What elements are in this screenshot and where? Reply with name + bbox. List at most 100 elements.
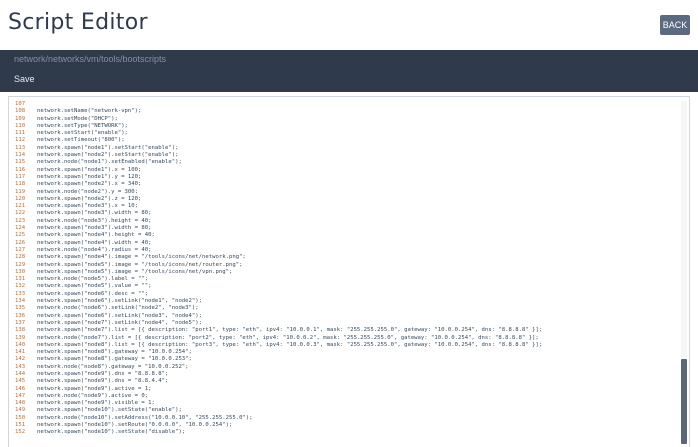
code-text: network.spawn("node8").list = [{ descrip… <box>37 341 543 348</box>
line-number: 129 <box>15 261 26 268</box>
line-number: 108 <box>15 108 26 115</box>
code-text: network.node("node8").gateway = "10.0.0.… <box>37 363 189 370</box>
code-text: network.spawn("node5").value = ""; <box>37 283 152 290</box>
code-line[interactable]: 129 network.spawn("node5").image = "/tool… <box>15 262 673 269</box>
line-number: 118 <box>15 181 26 188</box>
code-line[interactable]: 138 network.spawn("node7").list = [{ desc… <box>15 327 673 334</box>
line-number: 121 <box>15 203 26 210</box>
code-line[interactable]: 149 network.spawn("node10").setState("ena… <box>15 407 673 414</box>
code-line[interactable]: 107 <box>15 101 673 108</box>
line-number: 143 <box>15 363 26 370</box>
code-line[interactable]: 136 network.spawn("node6").setLink("node3… <box>15 313 673 320</box>
code-editor[interactable]: 107 108 network.setName("network-vpn"); 109… <box>8 96 690 447</box>
code-text: network.spawn("node1").setStart("enable"… <box>37 144 179 151</box>
line-number: 115 <box>15 159 26 166</box>
code-line[interactable]: 125 network.spawn("node4").height = 40; <box>15 232 673 239</box>
code-line[interactable]: 115 network.node("node1").setEnabled("ena… <box>15 159 673 166</box>
code-line[interactable]: 116 network.spawn("node1").x = 100; <box>15 167 673 174</box>
code-text: network.spawn("node10").setState("enable… <box>37 407 182 414</box>
code-line[interactable]: 128 network.spawn("node4").image = "/tool… <box>15 254 673 261</box>
code-area[interactable]: 107 108 network.setName("network-vpn"); 109… <box>15 101 673 447</box>
code-text: network.setName("network-vpn"); <box>37 108 142 115</box>
code-line[interactable]: 110 network.setType("NETWORK"); <box>15 123 673 130</box>
code-line[interactable]: 130 network.spawn("node5").image = "/tool… <box>15 269 673 276</box>
code-line[interactable]: 134 network.spawn("node6").setLink("node1… <box>15 298 673 305</box>
code-text: network.spawn("node10").setState("disabl… <box>37 429 186 436</box>
code-line[interactable]: 120 network.spawn("node2").z = 120; <box>15 196 673 203</box>
code-text: network.node("node4").radius = 40; <box>37 246 152 253</box>
code-line[interactable]: 132 network.spawn("node5").value = ""; <box>15 283 673 290</box>
scrollbar-thumb[interactable] <box>681 359 687 444</box>
code-text: network.spawn("node2").x = 340; <box>37 181 142 188</box>
page-title: Script Editor <box>8 10 148 35</box>
code-text: network.spawn("node10").setRoute("0.0.0.… <box>37 422 233 429</box>
vertical-scrollbar[interactable] <box>681 101 687 444</box>
line-number: 126 <box>15 239 26 246</box>
code-line[interactable]: 122 network.spawn("node3").width = 80; <box>15 210 673 217</box>
line-number: 146 <box>15 385 26 392</box>
code-text: network.spawn("node1").y = 120; <box>37 173 142 180</box>
code-line[interactable]: 137 network.spawn("node7").setLink("node4… <box>15 320 673 327</box>
code-line[interactable]: 139 network.node("node7").list = [{ descr… <box>15 335 673 342</box>
line-number: 114 <box>15 152 26 159</box>
code-line[interactable]: 133 network.spawn("node6").desc = ""; <box>15 291 673 298</box>
line-number: 140 <box>15 341 26 348</box>
line-number: 119 <box>15 188 26 195</box>
title-bar: Script Editor BACK <box>0 0 698 51</box>
line-number: 135 <box>15 305 26 312</box>
code-text: network.spawn("node6").desc = ""; <box>37 290 149 297</box>
code-line[interactable]: 144 network.spawn("node9").dns = "8.8.8.8… <box>15 371 673 378</box>
code-line[interactable]: 114 network.spawn("node2").setStart("enab… <box>15 152 673 159</box>
code-line[interactable]: 117 network.spawn("node1").y = 120; <box>15 174 673 181</box>
code-text: network.node("node7").list = [{ descript… <box>37 334 539 341</box>
code-line[interactable]: 135 network.node("node6").setLink("node2"… <box>15 305 673 312</box>
code-line[interactable]: 148 network.spawn("node9").visible = 1; <box>15 400 673 407</box>
code-line[interactable]: 113 network.spawn("node1").setStart("enab… <box>15 145 673 152</box>
code-line[interactable]: 147 network.node("node9").active = 0; <box>15 393 673 400</box>
line-number: 110 <box>15 122 26 129</box>
code-line[interactable]: 118 network.spawn("node2").x = 340; <box>15 181 673 188</box>
code-text: network.spawn("node4").height = 40; <box>37 232 155 239</box>
code-line[interactable]: 140 network.spawn("node8").list = [{ desc… <box>15 342 673 349</box>
code-line[interactable]: 141 network.spawn("node8").gateway = "10.… <box>15 349 673 356</box>
line-number: 127 <box>15 246 26 253</box>
save-button[interactable]: Save <box>14 74 35 84</box>
line-number: 137 <box>15 319 26 326</box>
line-number: 147 <box>15 392 26 399</box>
code-text: network.setType("NETWORK"); <box>37 122 128 129</box>
code-text: network.node("node5").label = ""; <box>37 276 149 283</box>
code-line[interactable]: 111 network.setStart("enable"); <box>15 130 673 137</box>
code-line[interactable]: 143 network.node("node8").gateway = "10.0… <box>15 364 673 371</box>
code-line[interactable]: 151 network.spawn("node10").setRoute("0.0… <box>15 422 673 429</box>
code-line[interactable]: 127 network.node("node4").radius = 40; <box>15 247 673 254</box>
line-number: 131 <box>15 276 26 283</box>
code-line[interactable]: 108 network.setName("network-vpn"); <box>15 108 673 115</box>
code-line[interactable]: 146 network.spawn("node9").active = 1; <box>15 386 673 393</box>
code-line[interactable]: 142 network.spawn("node8").gateway = "10.… <box>15 356 673 363</box>
line-number: 107 <box>15 101 26 107</box>
line-number: 136 <box>15 312 26 319</box>
code-line[interactable]: 126 network.spawn("node4").width = 40; <box>15 240 673 247</box>
code-line[interactable]: 119 network.node("node2").y = 300; <box>15 189 673 196</box>
line-number: 150 <box>15 414 26 421</box>
line-number: 149 <box>15 407 26 414</box>
line-number: 130 <box>15 268 26 275</box>
code-text: network.spawn("node6").setLink("node1", … <box>37 298 203 305</box>
line-number: 109 <box>15 115 26 122</box>
code-line[interactable]: 121 network.spawn("node3").x = 10; <box>15 203 673 210</box>
code-text: network.spawn("node6").setLink("node3", … <box>37 312 203 319</box>
code-text: network.spawn("node9").dns = "8.8.4.4"; <box>37 378 169 385</box>
code-text: network.setMode("DHCP"); <box>37 115 118 122</box>
code-line[interactable]: 109 network.setMode("DHCP"); <box>15 116 673 123</box>
code-line[interactable]: 131 network.node("node5").label = ""; <box>15 276 673 283</box>
code-line[interactable]: 123 network.node("node3").height = 40; <box>15 218 673 225</box>
code-line[interactable]: 145 network.spawn("node9").dns = "8.8.4.4… <box>15 378 673 385</box>
code-line[interactable]: 124 network.spawn("node3").width = 80; <box>15 225 673 232</box>
code-line[interactable]: 150 network.node("node10").setAddress("10… <box>15 415 673 422</box>
back-button[interactable]: BACK <box>660 15 690 35</box>
code-line[interactable]: 152 network.spawn("node10").setState("dis… <box>15 429 673 436</box>
code-text: network.spawn("node5").image = "/tools/i… <box>37 268 233 275</box>
code-line[interactable]: 112 network.setTimeout("800"); <box>15 137 673 144</box>
code-text: network.spawn("node2").z = 120; <box>37 195 142 202</box>
code-text: network.spawn("node4").width = 40; <box>37 239 152 246</box>
